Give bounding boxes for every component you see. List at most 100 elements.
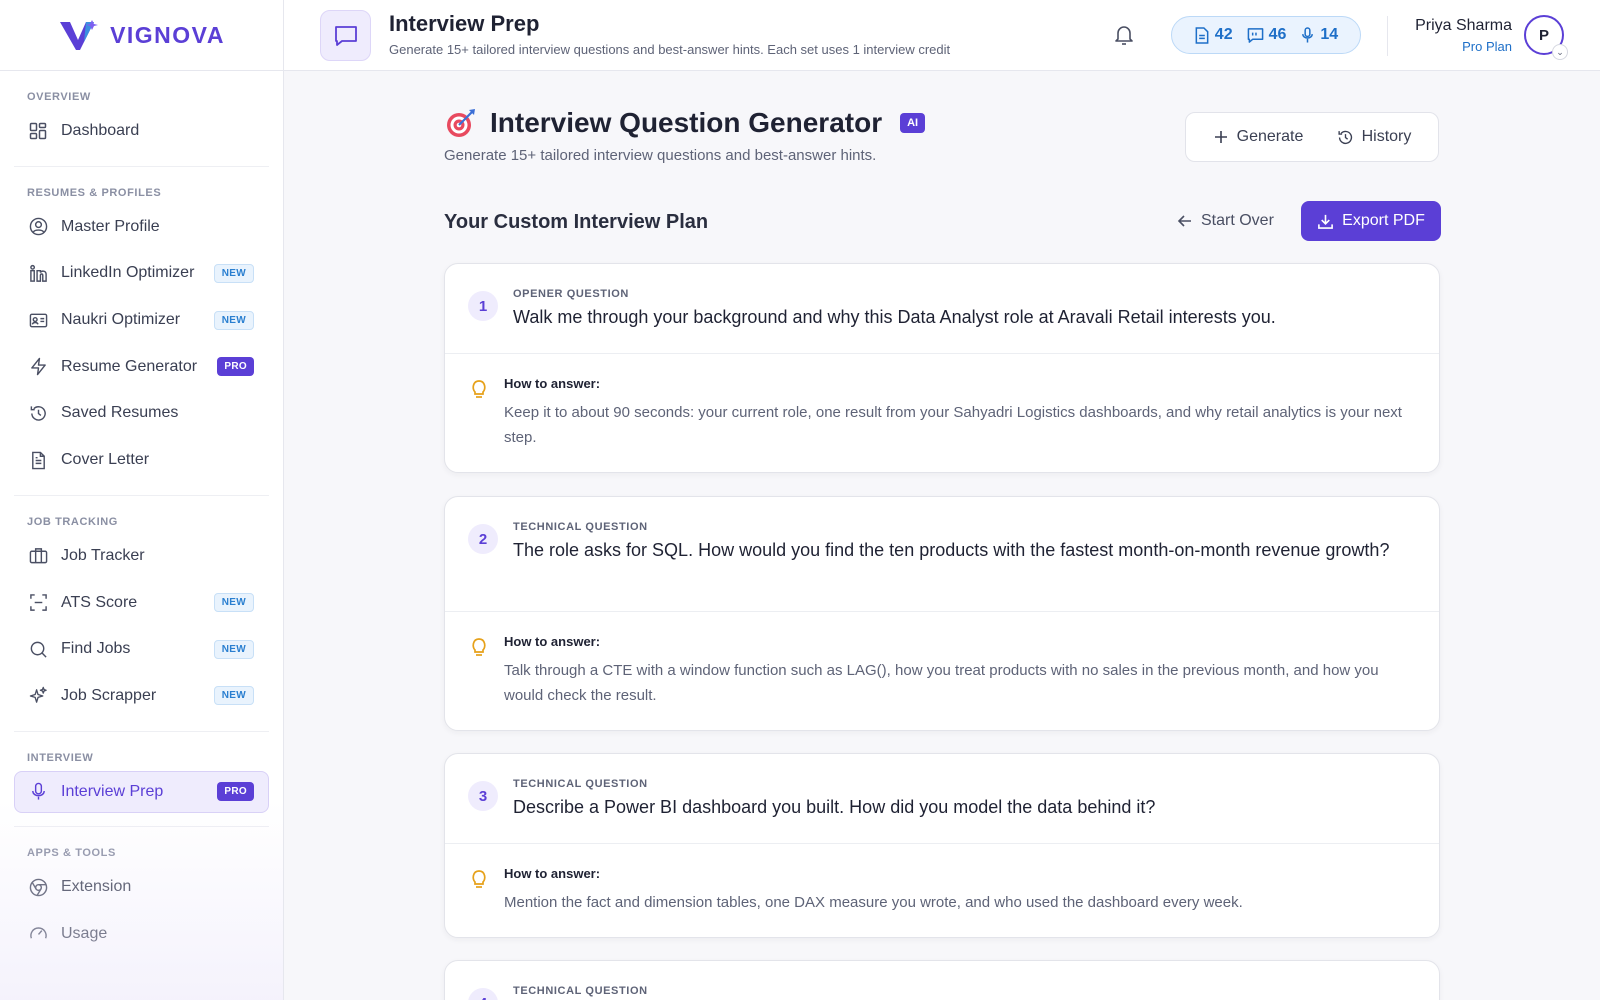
sidebar-item-usage[interactable]: Usage (14, 913, 269, 955)
microphone-icon (28, 782, 48, 802)
section-title: INTERVIEW (27, 751, 94, 764)
main-content: Interview Question Generator AI Generate… (284, 71, 1600, 1000)
hint-title: How to answer: (504, 376, 601, 391)
start-over-button[interactable]: Start Over (1177, 212, 1274, 230)
user-plan: Pro Plan (1462, 39, 1512, 54)
nav-section-resumes: RESUMES & PROFILES Master Profile Linked… (14, 167, 269, 496)
sidebar-item-label: Find Jobs (61, 640, 131, 658)
plan-title: Your Custom Interview Plan (444, 211, 709, 233)
section-title: OVERVIEW (27, 91, 91, 103)
sidebar-item-master-profile[interactable]: Master Profile (14, 206, 269, 248)
sidebar-item-label: Saved Resumes (61, 404, 179, 422)
export-pdf-label: Export PDF (1342, 212, 1425, 229)
nav-section-job-tracking: JOB TRACKING Job Tracker ATS Score NEW F… (14, 496, 269, 732)
sidebar-item-cover-letter[interactable]: Cover Letter (14, 439, 269, 481)
question-text: Walk me through your background and why … (513, 307, 1276, 327)
pro-badge: PRO (217, 357, 254, 377)
chevron-down-icon[interactable]: ⌄ (1552, 44, 1568, 60)
hint-text: Keep it to about 90 seconds: your curren… (504, 404, 1402, 446)
sidebar-item-dashboard[interactable]: Dashboard (14, 110, 269, 152)
hint-text: Talk through a CTE with a window functio… (504, 662, 1379, 704)
sidebar-item-label: Master Profile (61, 217, 160, 235)
sidebar-item-job-scrapper[interactable]: Job Scrapper NEW (14, 675, 269, 717)
chat-credits: 46 (1247, 26, 1287, 44)
target-icon (447, 109, 475, 137)
question-type: TECHNICAL QUESTION (513, 778, 648, 790)
arrow-left-icon (1177, 215, 1191, 227)
user-circle-icon (28, 217, 48, 237)
section-title: JOB TRACKING (27, 515, 118, 528)
question-text: Describe a Power BI dashboard you built.… (513, 797, 1156, 817)
sidebar-item-naukri-optimizer[interactable]: Naukri Optimizer NEW (14, 299, 269, 341)
question-header: 3 TECHNICAL QUESTION Describe a Power BI… (445, 754, 1439, 844)
sidebar-item-interview-prep[interactable]: Interview Prep PRO (14, 770, 269, 813)
sidebar-item-ats-score[interactable]: ATS Score NEW (14, 582, 269, 624)
sidebar-item-saved-resumes[interactable]: Saved Resumes (14, 392, 269, 434)
document-icon (1195, 26, 1209, 44)
question-card: 4 TECHNICAL QUESTION (444, 960, 1440, 1000)
answer-hint: How to answer: Keep it to about 90 secon… (445, 354, 1439, 472)
document-icon (28, 450, 48, 470)
start-over-label: Start Over (1201, 212, 1274, 229)
sidebar-item-label: Naukri Optimizer (61, 311, 181, 329)
page-header: Interview Question Generator AI Generate… (444, 106, 926, 164)
interview-credits: 14 (1300, 26, 1338, 44)
page-title: Interview Question Generator (490, 107, 883, 138)
sidebar-item-label: Job Tracker (61, 546, 145, 564)
generate-button[interactable]: Generate (1213, 128, 1304, 146)
chat-credits-count: 46 (1268, 26, 1287, 43)
dashboard-icon (28, 121, 48, 141)
search-icon (28, 639, 48, 659)
sidebar-item-resume-generator[interactable]: Resume Generator PRO (14, 346, 269, 388)
new-badge: NEW (213, 686, 254, 706)
nav-section-interview: INTERVIEW Interview Prep PRO (14, 732, 269, 828)
interview-credits-count: 14 (1320, 26, 1339, 43)
new-badge: NEW (213, 263, 254, 283)
section-title: APPS & TOOLS (27, 847, 116, 860)
sidebar-item-find-jobs[interactable]: Find Jobs NEW (14, 628, 269, 670)
generate-label: Generate (1236, 128, 1304, 145)
export-pdf-button[interactable]: Export PDF (1301, 201, 1441, 241)
sidebar-item-label: Interview Prep (61, 782, 164, 800)
sidebar-item-label: Resume Generator (61, 357, 198, 375)
answer-hint: How to answer: Mention the fact and dime… (445, 844, 1439, 937)
download-icon (1318, 214, 1334, 229)
question-header: 4 TECHNICAL QUESTION (445, 961, 1439, 1000)
sidebar-item-extension[interactable]: Extension (14, 866, 269, 908)
chrome-icon (28, 877, 48, 897)
resume-credits: 42 (1194, 26, 1233, 44)
notification-bell-icon[interactable] (1112, 23, 1136, 47)
plus-icon (1214, 131, 1227, 143)
new-badge: NEW (213, 639, 254, 659)
sidebar-nav: OVERVIEW Dashboard RESUMES & PROFILES Ma… (0, 71, 283, 969)
question-text: The role asks for SQL. How would you fin… (513, 540, 1390, 560)
user-name: Priya Sharma (1415, 17, 1512, 34)
header-divider (1387, 16, 1388, 56)
history-icon (28, 403, 48, 423)
question-card: 3 TECHNICAL QUESTION Describe a Power BI… (444, 753, 1440, 938)
chat-bubble-icon (320, 10, 371, 61)
nav-section-overview: OVERVIEW Dashboard (14, 71, 269, 167)
history-button[interactable]: History (1337, 128, 1412, 146)
question-header: 1 OPENER QUESTION Walk me through your b… (445, 264, 1439, 354)
lightbulb-icon (472, 380, 486, 398)
credits-pill[interactable]: 42 46 14 (1171, 16, 1361, 54)
question-type: TECHNICAL QUESTION (513, 985, 648, 997)
sidebar: VIGNOVA OVERVIEW Dashboard RESUMES & PRO… (0, 0, 284, 1000)
brand-name: VIGNOVA (110, 21, 225, 48)
sparkles-icon (28, 686, 48, 706)
sidebar-item-linkedin-optimizer[interactable]: LinkedIn Optimizer NEW (14, 252, 269, 294)
nav-section-apps-tools: APPS & TOOLS Extension Usage (14, 827, 269, 968)
id-card-icon (28, 310, 48, 330)
briefcase-icon (28, 546, 48, 566)
new-badge: NEW (213, 593, 254, 612)
microphone-icon (1302, 26, 1314, 43)
resume-credits-count: 42 (1214, 26, 1233, 43)
sidebar-item-job-tracker[interactable]: Job Tracker (14, 535, 269, 577)
hint-text: Mention the fact and dimension tables, o… (504, 894, 1243, 911)
question-card: 2 TECHNICAL QUESTION The role asks for S… (444, 496, 1440, 731)
section-title: RESUMES & PROFILES (27, 186, 162, 199)
history-label: History (1361, 128, 1412, 145)
brand[interactable]: VIGNOVA (0, 0, 283, 71)
vignova-logo-icon (60, 20, 99, 50)
